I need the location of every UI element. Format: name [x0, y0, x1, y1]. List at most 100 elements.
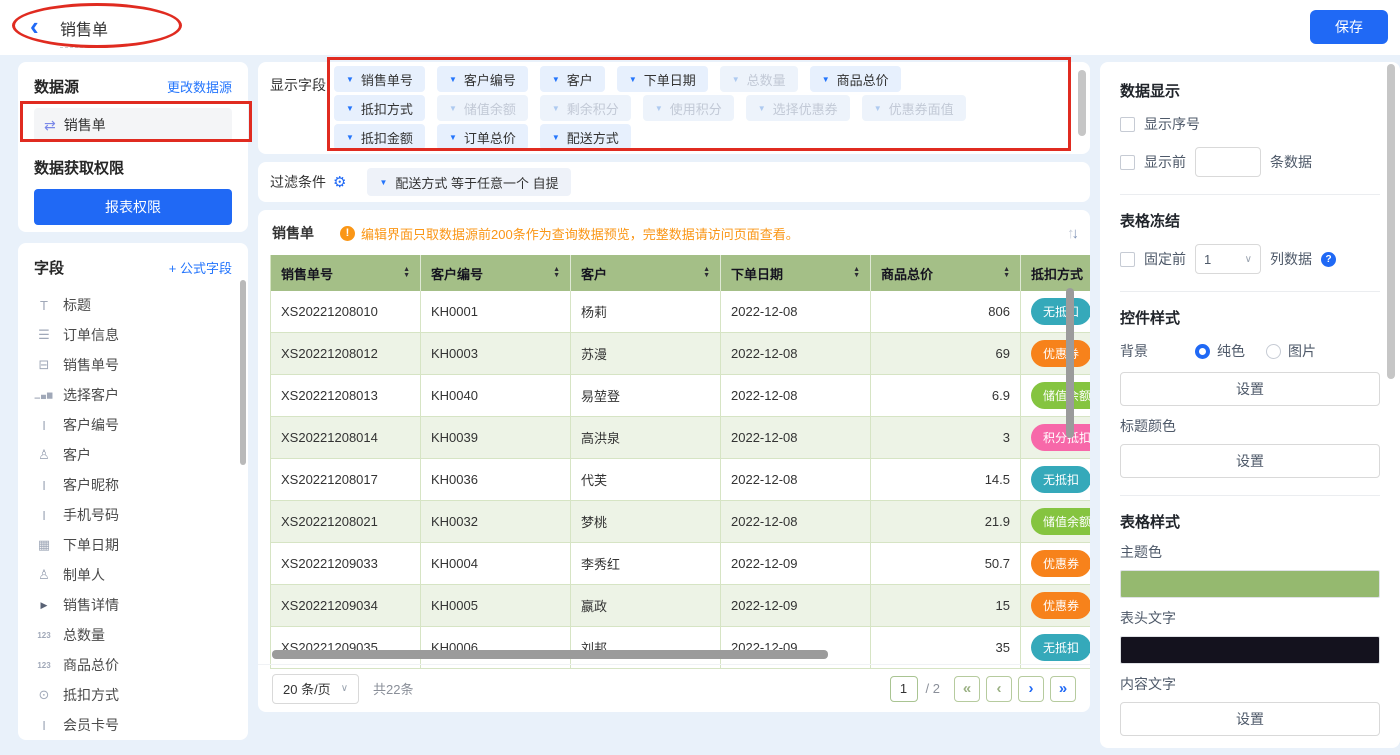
field-item[interactable]: 123 商品总价 — [34, 650, 232, 680]
display-field-chip[interactable]: ▼ 使用积分 — [642, 95, 734, 121]
column-header[interactable]: 下单日期 ▲ ▼ — [721, 255, 871, 291]
first-page-icon[interactable]: « — [954, 675, 980, 702]
table-row[interactable]: XS20221208010 KH0001 杨莉 2022-12-08 806 无抵扣 — [271, 291, 1090, 333]
solid-color-radio[interactable] — [1195, 343, 1210, 359]
column-header[interactable]: 商品总价 ▲ ▼ — [871, 255, 1021, 291]
column-header[interactable]: 客户 ▲ ▼ — [571, 255, 721, 291]
field-item[interactable]: I 客户编号 — [34, 410, 232, 440]
display-field-chip[interactable]: ▼ 剩余积分 — [539, 95, 631, 121]
filter-condition-chip[interactable]: ▼ 配送方式 等于任意一个 自提 — [367, 168, 571, 196]
header-text-swatch[interactable] — [1120, 636, 1380, 664]
settings-scrollbar[interactable] — [1387, 64, 1395, 379]
column-header[interactable]: 客户编号 ▲ ▼ — [421, 255, 571, 291]
table-row[interactable]: XS20221208017 KH0036 代芙 2022-12-08 14.5 无抵扣 — [271, 459, 1090, 501]
table-row[interactable]: XS20221208013KH0040易堃登2022-12-086.9 储值余额 — [271, 375, 1090, 417]
add-formula-field-link[interactable]: + 公式字段 — [169, 258, 232, 277]
theme-color-swatch[interactable] — [1120, 570, 1380, 598]
table-vertical-scrollbar[interactable] — [1066, 288, 1074, 438]
field-label: 制单人 — [63, 567, 105, 583]
table-row[interactable]: XS20221208014 KH0039 高洪泉 2022-12-08 3 积分抵扣 — [271, 417, 1090, 459]
number-icon: 123 — [37, 660, 51, 670]
display-field-chip[interactable]: ▼ 储值余额 — [436, 95, 528, 121]
table-row[interactable]: XS20221209033 KH0004 李秀红 2022-12-09 50.7 优惠券 — [271, 543, 1090, 585]
freeze-heading: 表格冻结 — [1120, 213, 1181, 230]
display-field-chip[interactable]: ▼ 下单日期 — [616, 66, 708, 92]
table-row[interactable]: XS20221208012 KH0003 苏漫 2022-12-08 69 优惠券 — [271, 333, 1090, 375]
datasource-item[interactable]: ⇄ 销售单 — [34, 108, 232, 142]
table-panel: 销售单 ! 编辑界面只取数据源前200条作为查询数据预览，完整数据请访问页面查看… — [258, 210, 1090, 712]
display-field-chip[interactable]: ▼ 商品总价 — [809, 66, 901, 92]
table-cell: 2022-12-09 — [721, 627, 871, 669]
display-field-chip[interactable]: ▼ 抵扣方式 — [334, 95, 425, 121]
field-item[interactable]: ♙ 制单人 — [34, 560, 232, 590]
sort-icon[interactable]: ▲ ▼ — [553, 266, 560, 279]
next-page-icon[interactable]: › — [1018, 675, 1044, 702]
back-button[interactable]: ‹ — [30, 11, 39, 41]
table-row[interactable]: XS20221209035 KH0006 刘邦 2022-12-09 35 无抵扣 — [271, 627, 1090, 669]
column-header[interactable]: 销售单号 ▲ ▼ — [271, 255, 421, 291]
display-field-chip[interactable]: ▼ 抵扣金额 — [334, 124, 425, 150]
field-item[interactable]: ♙ 客户 — [34, 440, 232, 470]
background-set-button[interactable]: 设置 — [1120, 372, 1380, 406]
save-button[interactable]: 保存 — [1310, 10, 1388, 44]
table-row[interactable]: XS20221209034 KH0005 嬴政 2022-12-09 15 优惠券 — [271, 585, 1090, 627]
current-page-box[interactable]: 1 — [889, 675, 918, 702]
change-datasource-link[interactable]: 更改数据源 — [167, 77, 232, 96]
gear-icon[interactable]: ⚙ — [333, 173, 346, 191]
page-size-select[interactable]: 20 条/页 ∨ — [272, 673, 360, 704]
sort-icon[interactable]: ▲ ▼ — [1003, 266, 1010, 279]
image-label: 图片 — [1288, 343, 1316, 359]
sort-icon[interactable]: ▲ ▼ — [703, 266, 710, 279]
display-field-chip[interactable]: ▼ 配送方式 — [539, 124, 631, 150]
show-index-checkbox[interactable] — [1120, 116, 1135, 132]
prev-page-icon[interactable]: ‹ — [986, 675, 1012, 702]
field-item[interactable]: I 手机号码 — [34, 500, 232, 530]
sort-icon[interactable]: ▲ ▼ — [403, 266, 410, 279]
datasource-name: 销售单 — [63, 117, 106, 133]
table-cell: 35 — [871, 627, 1021, 669]
field-item[interactable]: ▁▄▆ 选择客户 — [34, 380, 232, 410]
field-item[interactable]: ⊙ 抵扣方式 — [34, 680, 232, 710]
chevron-down-icon: ▼ — [757, 103, 766, 113]
help-icon[interactable]: ? — [1321, 251, 1336, 267]
display-field-chip[interactable]: ▼ 订单总价 — [436, 124, 528, 150]
sort-icon[interactable]: ▲ ▼ — [853, 266, 860, 279]
title-color-set-button[interactable]: 设置 — [1120, 444, 1380, 478]
image-radio[interactable] — [1266, 343, 1281, 359]
field-item[interactable]: I 会员卡号 — [34, 710, 232, 740]
display-field-chip[interactable]: ▼ 选择优惠券 — [745, 95, 850, 121]
table-row[interactable]: XS20221208021 KH0032 梦桃 2022-12-08 21.9 储值余额 — [271, 501, 1090, 543]
display-field-chip[interactable]: ▼ 客户 — [539, 66, 605, 92]
content-text-set-button[interactable]: 设置 — [1120, 702, 1380, 736]
table-cell: 2022-12-08 — [721, 375, 871, 417]
field-item[interactable]: I 客户昵称 — [34, 470, 232, 500]
display-field-chip[interactable]: ▼ 客户编号 — [436, 66, 528, 92]
chevron-down-icon: ▼ — [448, 74, 457, 84]
chip-label: 抵扣金额 — [360, 130, 413, 146]
column-label: 下单日期 — [731, 266, 784, 282]
rows-count-input[interactable] — [1195, 147, 1261, 177]
show-first-checkbox[interactable] — [1120, 154, 1135, 170]
display-field-chip[interactable]: ▼ 优惠券面值 — [861, 95, 966, 121]
last-page-icon[interactable]: » — [1050, 675, 1076, 702]
fields-scrollbar[interactable] — [240, 280, 246, 465]
field-item[interactable]: ⊟ 销售单号 — [34, 350, 232, 380]
field-item[interactable]: ▶ 销售详情 — [34, 590, 232, 620]
table-cell: 2022-12-08 — [721, 291, 871, 333]
page-title: 销售单 — [60, 16, 109, 48]
table-horizontal-scrollbar[interactable] — [272, 650, 828, 659]
report-permission-button[interactable]: 报表权限 — [34, 189, 232, 225]
field-item[interactable]: 123 总数量 — [34, 620, 232, 650]
column-label: 商品总价 — [881, 266, 934, 282]
column-header[interactable]: 抵扣方式▲▼ — [1021, 255, 1090, 291]
field-item[interactable]: ▦ 下单日期 — [34, 530, 232, 560]
fix-columns-checkbox[interactable] — [1120, 251, 1135, 267]
field-item[interactable]: ☰ 订单信息 — [34, 320, 232, 350]
display-field-chip[interactable]: ▼ 总数量 — [719, 66, 798, 92]
table-cell: 储值余额 — [1021, 501, 1090, 543]
field-item[interactable]: T 标题 — [34, 290, 232, 320]
freeze-cols-select[interactable]: 1 ∨ — [1195, 244, 1261, 274]
sort-order-button[interactable]: ↑↓ — [1067, 225, 1080, 242]
display-fields-scrollbar[interactable] — [1078, 70, 1086, 136]
display-field-chip[interactable]: ▼ 销售单号 — [334, 66, 425, 92]
